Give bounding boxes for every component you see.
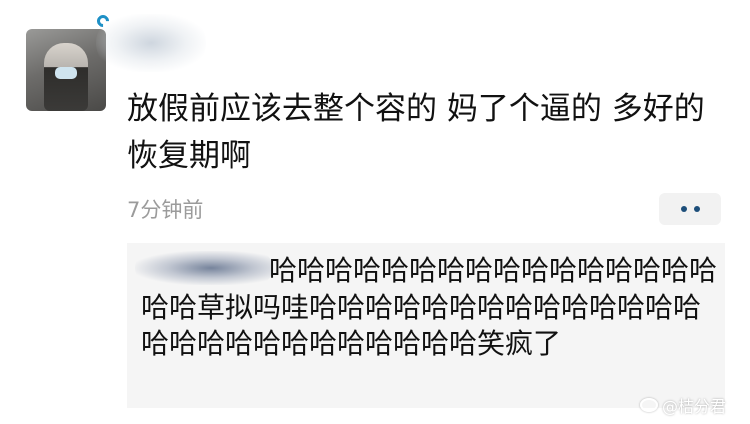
post-timestamp: 7分钟前 bbox=[127, 198, 204, 222]
more-dots-icon bbox=[693, 206, 700, 212]
post-text: 放假前应该去整个容的 妈了个逼的 多好的恢复期啊 bbox=[127, 91, 705, 174]
more-button[interactable] bbox=[659, 193, 721, 225]
more-dots-icon bbox=[680, 206, 687, 212]
watermark-text: @桔分君 bbox=[662, 397, 727, 416]
watermark: @桔分君 bbox=[640, 393, 726, 417]
weibo-logo-icon bbox=[640, 398, 658, 412]
avatar-mask bbox=[55, 67, 77, 79]
reply-text: 哈哈哈哈哈哈哈哈哈哈哈哈哈哈哈哈哈哈草拟吗哇哈哈哈哈哈哈哈哈哈哈哈哈哈哈哈哈哈哈… bbox=[141, 254, 718, 360]
blurred-username[interactable] bbox=[96, 14, 206, 72]
reply-card[interactable]: 哈哈哈哈哈哈哈哈哈哈哈哈哈哈哈哈哈哈草拟吗哇哈哈哈哈哈哈哈哈哈哈哈哈哈哈哈哈哈哈… bbox=[127, 243, 725, 408]
avatar[interactable] bbox=[26, 29, 106, 111]
